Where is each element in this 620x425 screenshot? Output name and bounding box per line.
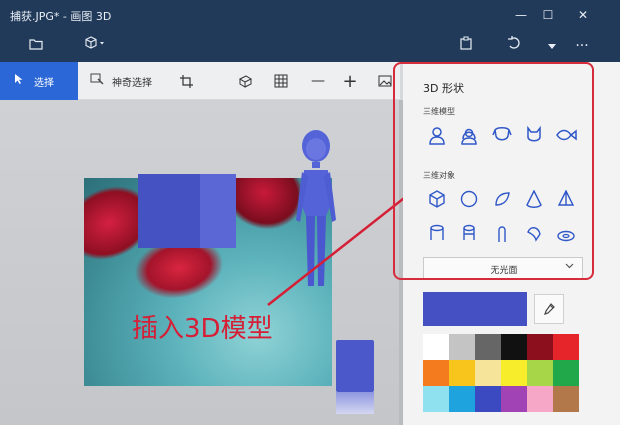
paint-3d-window: 捕获.JPG* - 画图 3D — ☐ ✕ ··· 选择 神奇选择 — + 插入…: [0, 0, 620, 425]
window-title: 捕获.JPG* - 画图 3D: [10, 10, 112, 23]
color-swatch[interactable]: [553, 360, 579, 386]
color-swatch[interactable]: [501, 386, 527, 412]
color-swatch[interactable]: [423, 360, 449, 386]
cube-front-face: [138, 174, 200, 248]
undo-icon[interactable]: [500, 30, 528, 62]
eyedropper-button[interactable]: [534, 294, 564, 324]
color-swatch[interactable]: [449, 334, 475, 360]
title-bar: 捕获.JPG* - 画图 3D — ☐ ✕: [0, 0, 620, 30]
eyedropper-icon: [544, 303, 555, 315]
crop-icon[interactable]: [180, 62, 200, 100]
color-swatch[interactable]: [475, 386, 501, 412]
color-swatch[interactable]: [527, 334, 553, 360]
color-swatch[interactable]: [553, 334, 579, 360]
color-swatch[interactable]: [423, 334, 449, 360]
color-swatch[interactable]: [475, 360, 501, 386]
3d-view-icon[interactable]: [238, 62, 258, 100]
select-label: 选择: [34, 77, 54, 89]
magic-select-icon: [88, 73, 106, 89]
pointer-icon: [10, 73, 28, 89]
maximize-button[interactable]: ☐: [537, 4, 559, 26]
tool-strip: 选择 神奇选择 — +: [0, 62, 400, 100]
paste-icon[interactable]: [452, 30, 480, 62]
dropdown-icon[interactable]: [538, 30, 566, 62]
magic-select-label: 神奇选择: [112, 77, 152, 89]
3d-person-model[interactable]: [288, 126, 344, 296]
close-button[interactable]: ✕: [572, 4, 594, 26]
color-swatch[interactable]: [553, 386, 579, 412]
3d-cylinder-object[interactable]: [336, 340, 374, 414]
color-swatch[interactable]: [475, 334, 501, 360]
color-swatch[interactable]: [527, 386, 553, 412]
zoom-out-button[interactable]: —: [308, 62, 328, 100]
color-swatch[interactable]: [449, 360, 475, 386]
app-bar: ···: [0, 30, 620, 62]
annotation-text: 插入3D模型: [132, 314, 273, 344]
cylinder-reflection: [336, 392, 374, 414]
folder-icon[interactable]: [22, 30, 50, 62]
zoom-in-button[interactable]: +: [340, 62, 360, 100]
magic-select-button[interactable]: 神奇选择: [88, 62, 168, 100]
color-swatch[interactable]: [449, 386, 475, 412]
color-swatch[interactable]: [527, 360, 553, 386]
color-swatch[interactable]: [423, 386, 449, 412]
cube-menu-icon[interactable]: [78, 30, 112, 62]
3d-cube-object[interactable]: [138, 174, 236, 248]
color-swatch[interactable]: [501, 334, 527, 360]
grid-icon[interactable]: [274, 62, 294, 100]
more-icon[interactable]: ···: [568, 30, 596, 62]
highlight-box: [393, 62, 594, 280]
cube-side-face: [200, 174, 236, 248]
cylinder-body: [336, 340, 374, 392]
current-color-swatch[interactable]: [423, 292, 527, 326]
select-tool-button[interactable]: 选择: [0, 62, 78, 100]
minimize-button[interactable]: —: [510, 4, 532, 26]
color-palette: [423, 334, 579, 412]
color-swatch[interactable]: [501, 360, 527, 386]
